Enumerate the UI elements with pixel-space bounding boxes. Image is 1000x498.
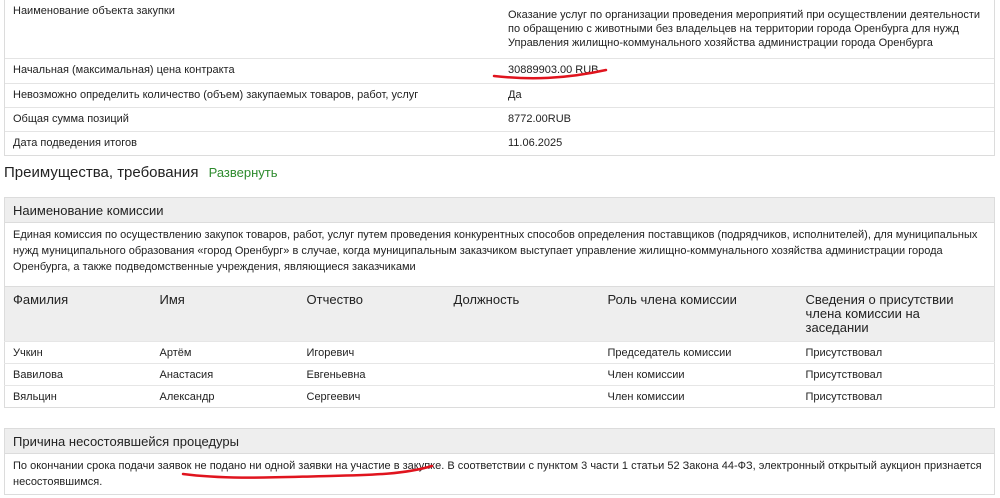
col-header-role: Роль члена комиссии — [599, 286, 798, 342]
detail-label: Дата подведения итогов — [13, 137, 137, 149]
detail-label: Наименование объекта закупки — [13, 5, 175, 17]
detail-value: 8772.00RUB — [508, 113, 571, 125]
cell-attendance: Присутствовал — [797, 341, 995, 364]
cell-position — [445, 363, 600, 386]
failure-reason-text: По окончании срока подачи заявок не пода… — [13, 460, 982, 488]
col-header-attendance: Сведения о присутствии члена комиссии на… — [797, 286, 995, 342]
table-header-row: Фамилия Имя Отчество Должность Роль член… — [4, 286, 995, 342]
detail-value: Да — [508, 89, 522, 101]
cell-role: Член комиссии — [599, 385, 798, 408]
col-header-patronymic: Отчество — [298, 286, 446, 342]
expand-link[interactable]: Развернуть — [209, 165, 278, 180]
cell-patronymic: Игоревич — [298, 341, 446, 364]
table-row: Вяльцин Александр Сергеевич Член комисси… — [4, 385, 995, 408]
cell-surname: Вавилова — [4, 363, 152, 386]
col-header-position: Должность — [445, 286, 600, 342]
detail-row-price: Начальная (максимальная) цена контракта … — [5, 58, 994, 83]
cell-attendance: Присутствовал — [797, 385, 995, 408]
cell-surname: Вяльцин — [4, 385, 152, 408]
procurement-details-table: Наименование объекта закупки Оказание ус… — [4, 0, 995, 156]
cell-name: Артём — [151, 341, 299, 364]
failure-reason-panel: Причина несостоявшейся процедуры По окон… — [4, 428, 995, 495]
detail-label: Общая сумма позиций — [13, 113, 129, 125]
cell-name: Александр — [151, 385, 299, 408]
cell-surname: Учкин — [4, 341, 152, 364]
detail-row-object: Наименование объекта закупки Оказание ус… — [5, 0, 994, 58]
detail-value: 30889903.00 RUB — [508, 64, 599, 76]
commission-members-table: Фамилия Имя Отчество Должность Роль член… — [4, 286, 995, 408]
detail-label: Начальная (максимальная) цена контракта — [13, 64, 235, 76]
cell-position — [445, 341, 600, 364]
cell-role: Член комиссии — [599, 363, 798, 386]
detail-value: 11.06.2025 — [508, 137, 563, 149]
detail-label: Невозможно определить количество (объем)… — [13, 89, 419, 101]
detail-value: Оказание услуг по организации проведения… — [508, 9, 981, 49]
advantages-title: Преимущества, требования — [4, 164, 199, 181]
cell-name: Анастасия — [151, 363, 299, 386]
cell-patronymic: Евгеньевна — [298, 363, 446, 386]
commission-panel: Наименование комиссии Единая комиссия по… — [4, 197, 995, 290]
failure-reason-title: Причина несостоявшейся процедуры — [5, 429, 994, 454]
table-row: Вавилова Анастасия Евгеньевна Член комис… — [4, 363, 995, 386]
col-header-name: Имя — [151, 286, 299, 342]
detail-row-date: Дата подведения итогов 11.06.2025 — [5, 131, 994, 155]
detail-row-quantity: Невозможно определить количество (объем)… — [5, 83, 994, 107]
table-row: Учкин Артём Игоревич Председатель комисс… — [4, 341, 995, 364]
advantages-section: Преимущества, требования Развернуть — [4, 164, 278, 181]
cell-attendance: Присутствовал — [797, 363, 995, 386]
col-header-surname: Фамилия — [4, 286, 152, 342]
cell-patronymic: Сергеевич — [298, 385, 446, 408]
commission-title: Наименование комиссии — [5, 198, 994, 223]
cell-position — [445, 385, 600, 408]
cell-role: Председатель комиссии — [599, 341, 798, 364]
detail-row-total: Общая сумма позиций 8772.00RUB — [5, 107, 994, 131]
commission-text: Единая комиссия по осуществлению закупок… — [13, 229, 978, 273]
